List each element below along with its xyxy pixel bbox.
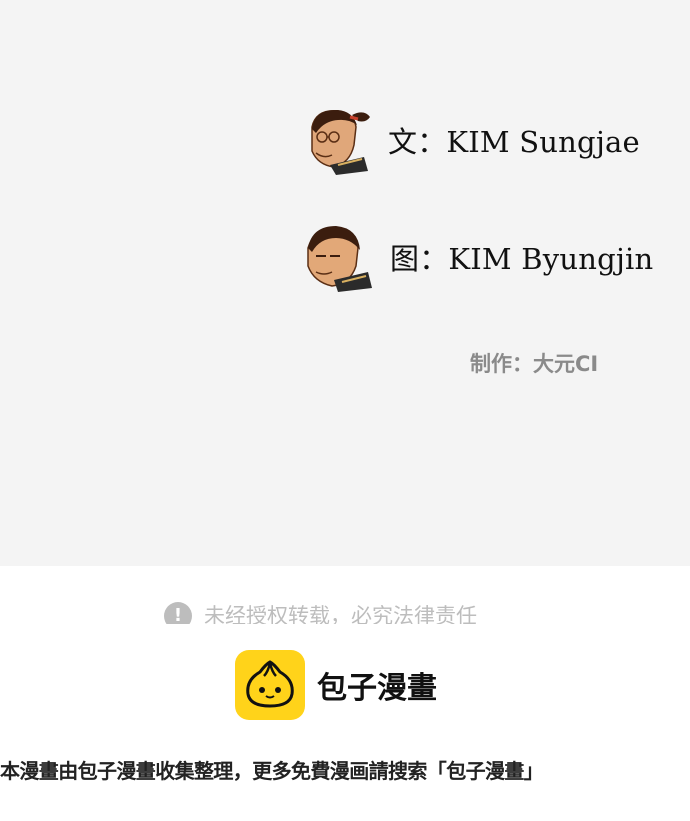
brand-logo: 包子漫畫 — [235, 650, 437, 720]
producer-credit: 制作：大元CI — [470, 352, 599, 376]
footer-note: 本漫畫由包子漫畫收集整理，更多免費漫画請搜索「包子漫畫」 — [0, 759, 544, 783]
artist-credit-text: 图：KIM Byungjin — [390, 242, 654, 276]
writer-portrait-icon — [311, 109, 370, 175]
brand-name: 包子漫畫 — [317, 671, 437, 706]
bun-logo-icon — [235, 650, 305, 720]
copyright-notice-text: 未经授权转载，必究法律责任 — [204, 604, 477, 624]
comic-credits-panel: 文：KIM Sungjae 图：KIM Byungjin 制作：大元CI — [0, 0, 690, 566]
writer-credit-text: 文：KIM Sungjae — [388, 125, 640, 159]
exclamation-icon: ! — [164, 602, 192, 624]
writer-credit: 文：KIM Sungjae — [294, 105, 640, 175]
copyright-notice: ! 未经授权转载，必究法律责任 — [164, 602, 524, 624]
artist-portrait-icon — [307, 226, 372, 292]
artist-credit: 图：KIM Byungjin — [298, 222, 653, 292]
